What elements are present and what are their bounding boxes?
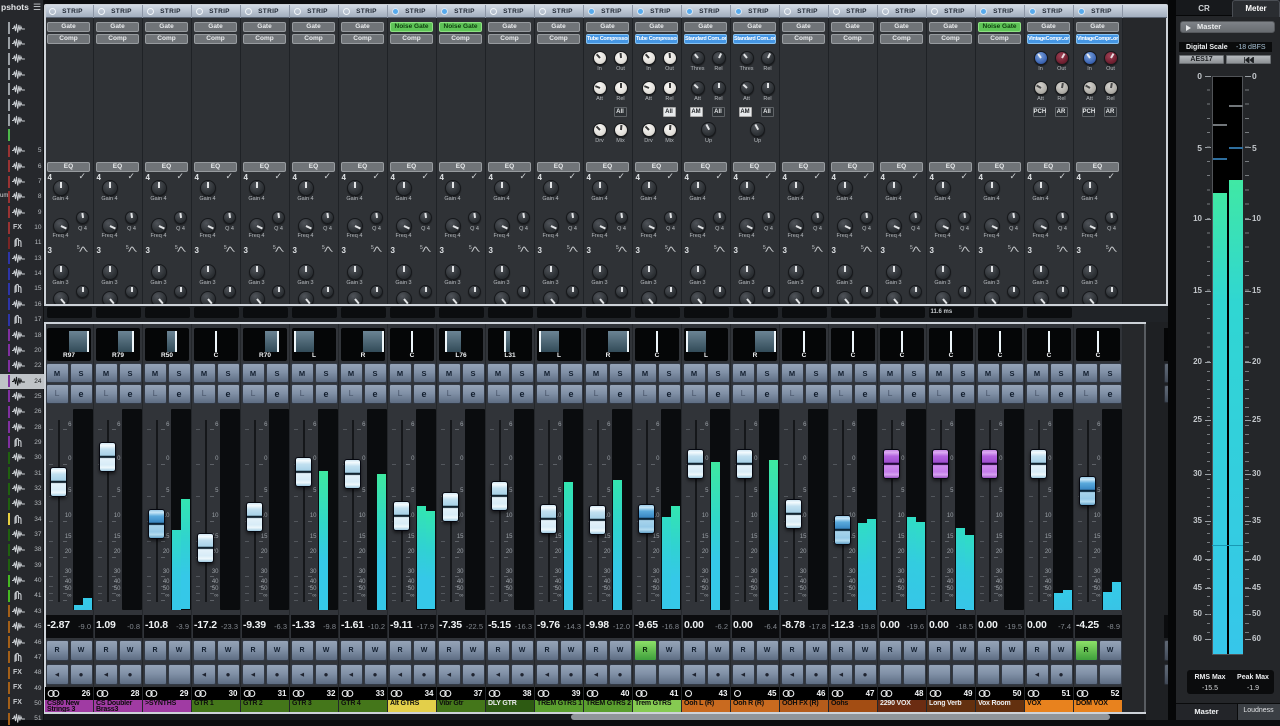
- svg-text:5: 5: [616, 245, 619, 251]
- svg-text:5: 5: [1106, 245, 1109, 251]
- svg-text:5: 5: [420, 245, 423, 251]
- svg-text:5: 5: [812, 245, 815, 251]
- svg-text:5: 5: [1008, 245, 1011, 251]
- svg-text:5: 5: [665, 245, 668, 251]
- svg-text:5: 5: [273, 245, 276, 251]
- svg-text:5: 5: [1057, 245, 1060, 251]
- svg-text:5: 5: [910, 245, 913, 251]
- svg-text:5: 5: [763, 245, 766, 251]
- svg-text:5: 5: [126, 245, 129, 251]
- svg-text:5: 5: [371, 245, 374, 251]
- svg-text:5: 5: [322, 245, 325, 251]
- svg-text:5: 5: [77, 245, 80, 251]
- svg-text:5: 5: [518, 245, 521, 251]
- svg-text:5: 5: [567, 245, 570, 251]
- svg-text:5: 5: [959, 245, 962, 251]
- svg-text:5: 5: [469, 245, 472, 251]
- svg-text:5: 5: [175, 245, 178, 251]
- svg-text:5: 5: [224, 245, 227, 251]
- svg-text:5: 5: [714, 245, 717, 251]
- svg-text:5: 5: [861, 245, 864, 251]
